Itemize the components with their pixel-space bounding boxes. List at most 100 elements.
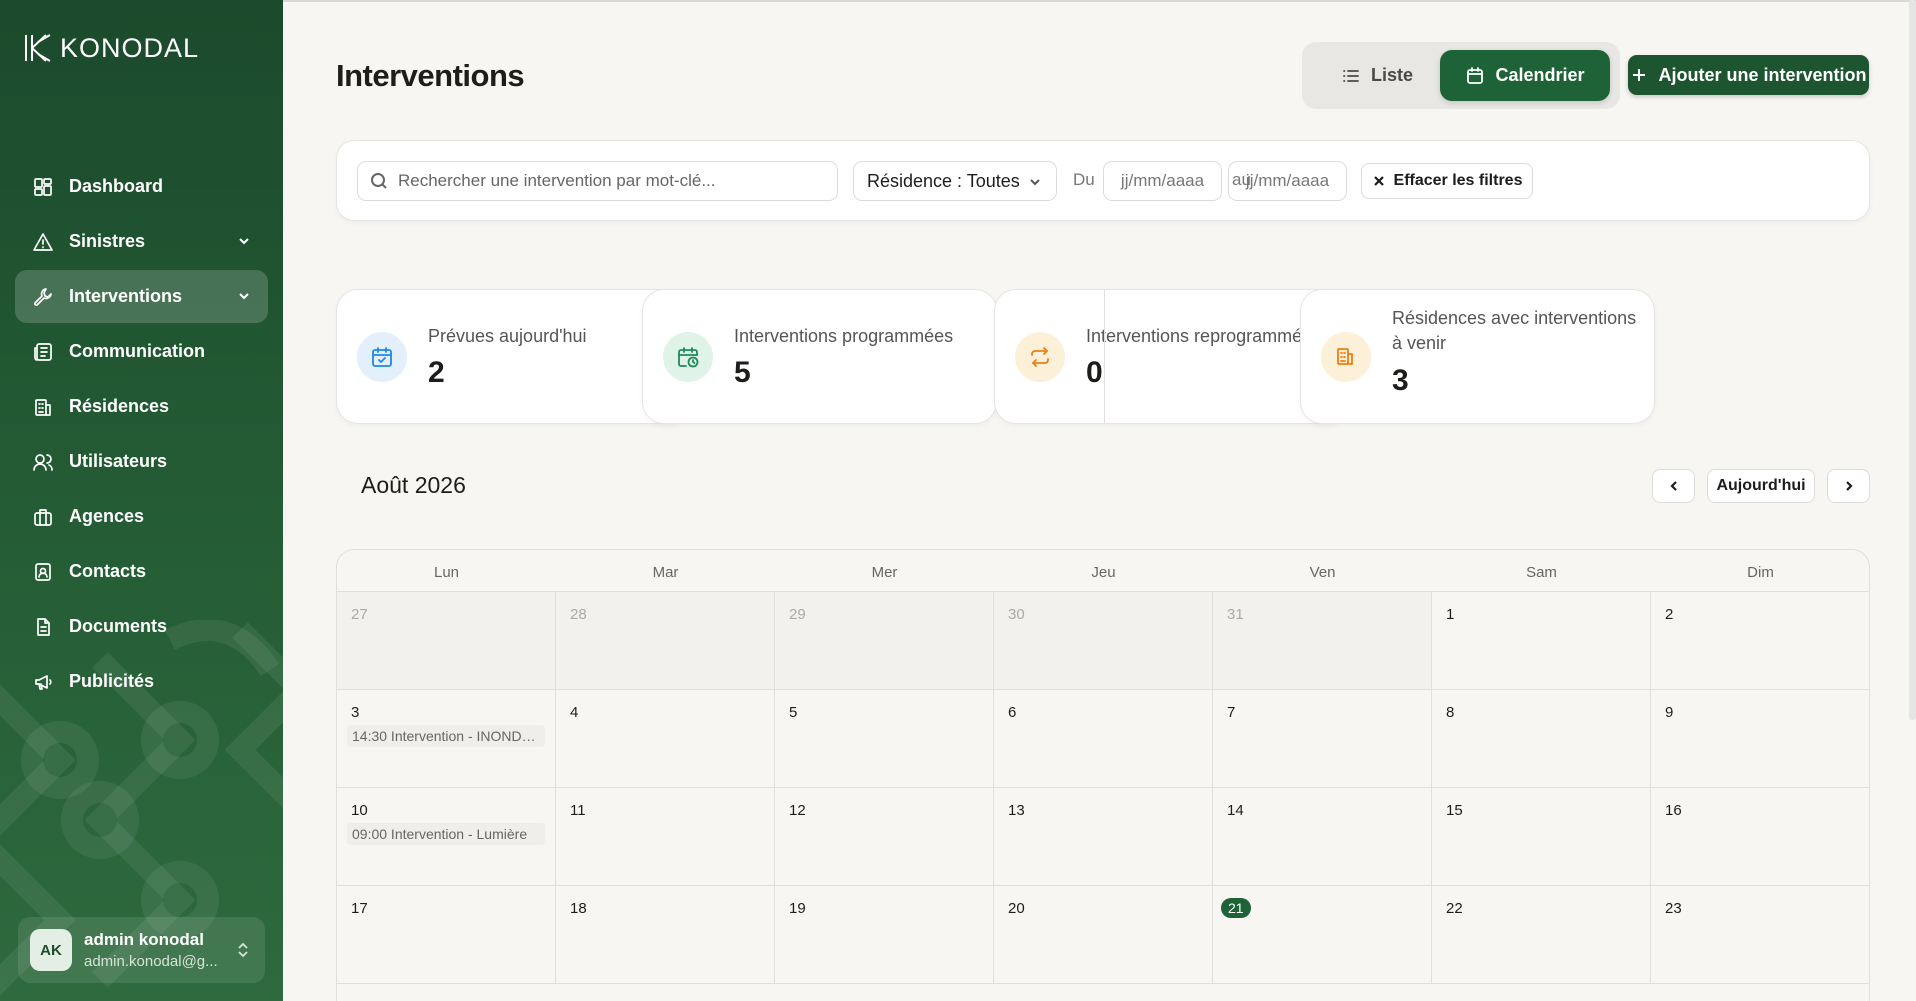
sidebar-item-label: Publicités bbox=[69, 671, 155, 691]
search-input[interactable] bbox=[398, 171, 818, 191]
chevron-up-down-icon[interactable] bbox=[235, 941, 251, 959]
calendar-day-cell[interactable]: 17 bbox=[337, 886, 556, 984]
calendar-day-cell[interactable]: 7 bbox=[1213, 690, 1432, 788]
user-menu[interactable]: AK admin konodal admin.konodal@g... bbox=[18, 917, 265, 983]
weekday-label: Sam bbox=[1526, 564, 1557, 581]
sidebar-item-agences[interactable]: Agences bbox=[15, 490, 268, 543]
sidebar-item-label: Résidences bbox=[69, 396, 170, 416]
calendar-today-button[interactable]: Aujourd'hui bbox=[1707, 469, 1815, 503]
stat-label: Résidences avec interventions à venir bbox=[1392, 308, 1637, 353]
day-number: 1 bbox=[1446, 606, 1455, 623]
calendar-prev-button[interactable] bbox=[1652, 469, 1695, 503]
calendar-day-cell[interactable]: 4 bbox=[556, 690, 775, 788]
sidebar: KONODAL Dashboard Sinistres Interventions C… bbox=[0, 0, 283, 1001]
sidebar-item-communication[interactable]: Communication bbox=[15, 325, 268, 378]
building-icon bbox=[1321, 332, 1371, 382]
date-to-input[interactable]: jj/mm/aaaa bbox=[1228, 161, 1347, 201]
search-box[interactable] bbox=[357, 161, 838, 201]
stat-value: 0 bbox=[1086, 356, 1103, 389]
clear-filters-button[interactable]: Effacer les filtres bbox=[1361, 163, 1533, 199]
date-from-input[interactable]: jj/mm/aaaa bbox=[1103, 161, 1222, 201]
close-icon bbox=[1373, 176, 1384, 186]
sidebar-item-label: Communication bbox=[69, 341, 206, 361]
chevron-down-icon[interactable] bbox=[236, 288, 252, 304]
building-icon bbox=[32, 396, 54, 418]
avatar: AK bbox=[30, 929, 72, 971]
users-icon bbox=[32, 451, 54, 473]
day-number: 31 bbox=[1227, 606, 1244, 623]
calendar-day-cell[interactable]: 8 bbox=[1432, 690, 1651, 788]
stat-value: 3 bbox=[1392, 364, 1409, 397]
calendar-day-cell[interactable]: 12 bbox=[775, 788, 994, 886]
day-number: 27 bbox=[351, 606, 368, 623]
calendar-day-cell[interactable]: 29 bbox=[775, 592, 994, 690]
day-number: 13 bbox=[1008, 802, 1025, 819]
add-intervention-button[interactable]: Ajouter une intervention bbox=[1628, 55, 1869, 95]
filter-bar: Résidence : Toutes Du jj/mm/aaaa au jj/m… bbox=[336, 140, 1870, 221]
sidebar-item-residences[interactable]: Résidences bbox=[15, 380, 268, 433]
page-scrollbar[interactable] bbox=[1909, 0, 1916, 720]
sidebar-item-dashboard[interactable]: Dashboard bbox=[15, 160, 268, 213]
calendar-day-cell[interactable]: 20 bbox=[994, 886, 1213, 984]
brand-logo[interactable]: KONODAL bbox=[22, 32, 199, 64]
calendar-day-cell[interactable]: 19 bbox=[775, 886, 994, 984]
day-number: 12 bbox=[789, 802, 806, 819]
add-intervention-label: Ajouter une intervention bbox=[1658, 64, 1867, 85]
sidebar-item-label: Documents bbox=[69, 616, 168, 636]
calendar-day-cell[interactable]: 2 bbox=[1651, 592, 1869, 690]
view-list-button[interactable]: Liste bbox=[1314, 50, 1440, 101]
dashboard-icon bbox=[32, 176, 54, 198]
calendar-day-cell[interactable]: 11 bbox=[556, 788, 775, 886]
page-title: Interventions bbox=[336, 58, 525, 93]
sidebar-item-publicites[interactable]: Publicités bbox=[15, 655, 268, 708]
today-day-number: 21 bbox=[1221, 898, 1251, 918]
megaphone-icon bbox=[32, 671, 54, 693]
date-from-label: Du bbox=[1073, 170, 1095, 189]
stat-value: 5 bbox=[734, 356, 751, 389]
stat-card: Interventions programmées 5 bbox=[642, 289, 997, 424]
sidebar-item-sinistres[interactable]: Sinistres bbox=[15, 215, 268, 268]
calendar-day-cell[interactable]: 18 bbox=[556, 886, 775, 984]
sidebar-item-contacts[interactable]: Contacts bbox=[15, 545, 268, 598]
calendar-day-cell[interactable]: 15 bbox=[1432, 788, 1651, 886]
sidebar-item-label: Dashboard bbox=[69, 176, 164, 196]
calendar-day-cell[interactable]: 23 bbox=[1651, 886, 1869, 984]
calendar-event[interactable]: 14:30 Intervention - INONDATION bbox=[347, 725, 545, 747]
day-number: 5 bbox=[789, 704, 798, 721]
calendar-day-cell[interactable]: 28 bbox=[556, 592, 775, 690]
calendar-day-cell[interactable]: 22 bbox=[1432, 886, 1651, 984]
day-number: 2 bbox=[1665, 606, 1674, 623]
sidebar-item-documents[interactable]: Documents bbox=[15, 600, 268, 653]
calendar-grid: Lun Mar Mer Jeu Ven Sam Dim 27 28 29 30 31 1 2 3 14:30… bbox=[336, 549, 1870, 1001]
calendar-next-button[interactable] bbox=[1827, 469, 1870, 503]
calendar-day-cell[interactable]: 13 bbox=[994, 788, 1213, 886]
stat-card: Résidences avec interventions à venir 3 bbox=[1300, 289, 1655, 424]
list-icon bbox=[1343, 69, 1359, 82]
chevron-down-icon[interactable] bbox=[236, 233, 252, 249]
calendar-check-icon bbox=[357, 332, 407, 382]
calendar-day-cell[interactable]: 30 bbox=[994, 592, 1213, 690]
calendar-day-cell[interactable]: 1 bbox=[1432, 592, 1651, 690]
calendar-day-cell[interactable]: 3 14:30 Intervention - INONDATION bbox=[337, 690, 556, 788]
calendar-icon bbox=[1467, 66, 1484, 84]
calendar-day-cell[interactable]: 9 bbox=[1651, 690, 1869, 788]
document-icon bbox=[32, 616, 54, 638]
calendar-day-cell[interactable]: 27 bbox=[337, 592, 556, 690]
calendar-day-cell[interactable]: 16 bbox=[1651, 788, 1869, 886]
chevron-down-icon bbox=[1030, 179, 1040, 186]
calendar-day-cell[interactable]: 21 bbox=[1213, 886, 1432, 984]
sidebar-item-utilisateurs[interactable]: Utilisateurs bbox=[15, 435, 268, 488]
calendar-day-cell[interactable]: 31 bbox=[1213, 592, 1432, 690]
sidebar-item-interventions[interactable]: Interventions bbox=[15, 270, 268, 323]
view-calendar-button[interactable]: Calendrier bbox=[1440, 50, 1610, 101]
contact-icon bbox=[32, 561, 54, 583]
stat-card: Interventions reprogrammées 0 bbox=[994, 289, 1349, 424]
plus-icon bbox=[1633, 69, 1646, 81]
weekday-label: Dim bbox=[1747, 564, 1774, 581]
residence-select[interactable]: Résidence : Toutes bbox=[853, 161, 1057, 201]
calendar-day-cell[interactable]: 5 bbox=[775, 690, 994, 788]
calendar-day-cell[interactable]: 10 09:00 Intervention - Lumière bbox=[337, 788, 556, 886]
calendar-day-cell[interactable]: 6 bbox=[994, 690, 1213, 788]
calendar-day-cell[interactable]: 14 bbox=[1213, 788, 1432, 886]
calendar-event[interactable]: 09:00 Intervention - Lumière bbox=[347, 823, 545, 845]
